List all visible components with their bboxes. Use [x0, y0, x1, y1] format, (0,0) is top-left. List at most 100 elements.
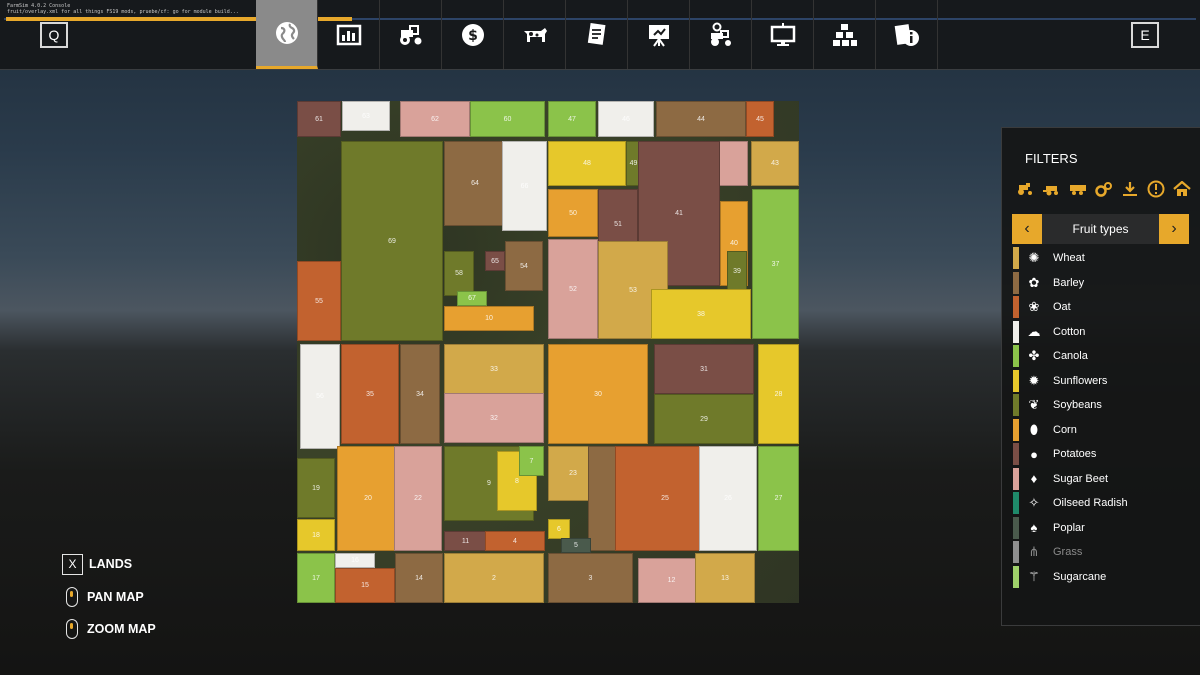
field-31[interactable]: 31 [654, 344, 754, 394]
legend-item-sugar-beet[interactable]: ♦ Sugar Beet [1013, 467, 1191, 492]
field-34[interactable]: 34 [400, 344, 440, 444]
field-46[interactable]: 46 [598, 101, 654, 137]
field-28[interactable]: 28 [758, 344, 799, 444]
selector-prev-button[interactable]: ‹ [1012, 214, 1042, 244]
legend-item-soybeans[interactable]: ❦ Soybeans [1013, 393, 1191, 418]
legend-item-oat[interactable]: ❀ Oat [1013, 295, 1191, 320]
tab-animals[interactable] [504, 0, 566, 69]
field-35[interactable]: 35 [341, 344, 399, 444]
legend-item-potatoes[interactable]: ● Potatoes [1013, 442, 1191, 467]
tab-help[interactable] [628, 0, 690, 69]
legend-color-swatch [1013, 516, 1019, 539]
legend-color-swatch [1013, 320, 1019, 343]
field-39[interactable]: 39 [727, 251, 747, 291]
selector-next-button[interactable]: › [1159, 214, 1189, 244]
field-60[interactable]: 60 [470, 101, 545, 137]
field-7[interactable]: 7 [519, 446, 544, 476]
field-26[interactable]: 26 [699, 446, 757, 551]
key-x-icon: X [62, 553, 83, 575]
trailer-filter-icon[interactable] [1068, 180, 1088, 198]
field-63[interactable]: 63 [342, 101, 390, 131]
field-38[interactable]: 38 [651, 289, 751, 339]
prev-page-key-q[interactable]: Q [40, 22, 68, 48]
field-29[interactable]: 29 [654, 394, 754, 444]
field-2[interactable]: 2 [444, 553, 544, 603]
tab-prices[interactable] [318, 0, 380, 69]
tab-vehicles[interactable] [380, 0, 442, 69]
hint-lands[interactable]: X LANDS [62, 548, 156, 581]
farmhouse-filter-icon[interactable] [1172, 180, 1192, 198]
field-62[interactable]: 62 [400, 101, 470, 137]
field-5[interactable]: 5 [561, 538, 591, 553]
field-50[interactable]: 50 [548, 189, 598, 237]
canola-icon: ✤ [1028, 348, 1040, 364]
field-33[interactable]: 33 [444, 344, 544, 394]
pallets-icon [832, 23, 857, 46]
tab-production[interactable] [814, 0, 876, 69]
legend-item-corn[interactable]: ⬮ Corn [1013, 418, 1191, 443]
field-66[interactable]: 66 [502, 141, 547, 231]
legend-item-sunflowers[interactable]: ✹ Sunflowers [1013, 369, 1191, 394]
legend-item-canola[interactable]: ✤ Canola [1013, 344, 1191, 369]
field-19[interactable]: 19 [297, 458, 335, 518]
field-10[interactable]: 10 [444, 306, 534, 331]
field-43[interactable]: 43 [751, 141, 799, 186]
field-45[interactable]: 45 [746, 101, 774, 137]
easel-icon [648, 24, 669, 47]
gears-filter-icon[interactable] [1094, 180, 1114, 198]
field-55[interactable]: 55 [297, 261, 341, 341]
field-37[interactable]: 37 [752, 189, 799, 339]
field-11[interactable]: 11 [444, 531, 487, 551]
field-15[interactable]: 15 [335, 568, 395, 603]
tab-garage[interactable] [690, 0, 752, 69]
field-54[interactable]: 54 [505, 241, 543, 291]
field-6[interactable]: 6 [548, 519, 570, 539]
field-4[interactable]: 4 [485, 531, 545, 551]
legend-item-sugarcane[interactable]: ⚚ Sugarcane [1013, 565, 1191, 590]
tab-finances[interactable]: $ [442, 0, 504, 69]
filters-title: FILTERS [1025, 151, 1078, 166]
field-16[interactable]: 16 [335, 553, 375, 568]
legend-item-grass[interactable]: ⋔ Grass [1013, 540, 1191, 565]
legend-color-swatch [1013, 443, 1019, 466]
legend-item-poplar[interactable]: ♠ Poplar [1013, 516, 1191, 541]
farm-map[interactable]: 6163626047464445646648494243695051414037… [297, 101, 799, 603]
tractor-filter-icon[interactable] [1016, 180, 1036, 198]
field-30[interactable]: 30 [548, 344, 648, 444]
field-20[interactable]: 20 [337, 446, 399, 551]
field-61[interactable]: 61 [297, 101, 341, 137]
field-27[interactable]: 27 [758, 446, 799, 551]
legend-item-cotton[interactable]: ☁ Cotton [1013, 320, 1191, 345]
legend-item-barley[interactable]: ✿ Barley [1013, 271, 1191, 296]
tab-contracts[interactable] [566, 0, 628, 69]
field-52[interactable]: 52 [548, 239, 598, 339]
field-3[interactable]: 3 [548, 553, 633, 603]
warning-filter-icon[interactable] [1146, 180, 1166, 198]
field-69[interactable]: 69 [341, 141, 443, 341]
legend-item-wheat[interactable]: ✺ Wheat [1013, 246, 1191, 271]
field-48[interactable]: 48 [548, 141, 626, 186]
field-14[interactable]: 14 [395, 553, 443, 603]
field-58[interactable]: 58 [444, 251, 474, 296]
download-filter-icon[interactable] [1120, 180, 1140, 198]
legend-item-oilseed-radish[interactable]: ✧ Oilseed Radish [1013, 491, 1191, 516]
legend-label: Canola [1053, 350, 1088, 363]
field-56[interactable]: 56 [300, 344, 340, 449]
next-page-key-e[interactable]: E [1131, 22, 1159, 48]
field-22[interactable]: 22 [394, 446, 442, 551]
field-64[interactable]: 64 [444, 141, 506, 226]
tab-info[interactable] [876, 0, 938, 69]
harvester-filter-icon[interactable] [1042, 180, 1062, 198]
field-67[interactable]: 67 [457, 291, 487, 306]
field-32[interactable]: 32 [444, 393, 544, 443]
field-17[interactable]: 17 [297, 553, 335, 603]
dollar-icon: $ [461, 23, 484, 46]
filter-category-icons [1016, 180, 1192, 198]
field-13[interactable]: 13 [695, 553, 755, 603]
field-44[interactable]: 44 [656, 101, 746, 137]
field-47[interactable]: 47 [548, 101, 596, 137]
tab-screen[interactable] [752, 0, 814, 69]
tab-map[interactable] [256, 0, 318, 69]
field-18[interactable]: 18 [297, 519, 335, 551]
field-65[interactable]: 65 [485, 251, 505, 271]
